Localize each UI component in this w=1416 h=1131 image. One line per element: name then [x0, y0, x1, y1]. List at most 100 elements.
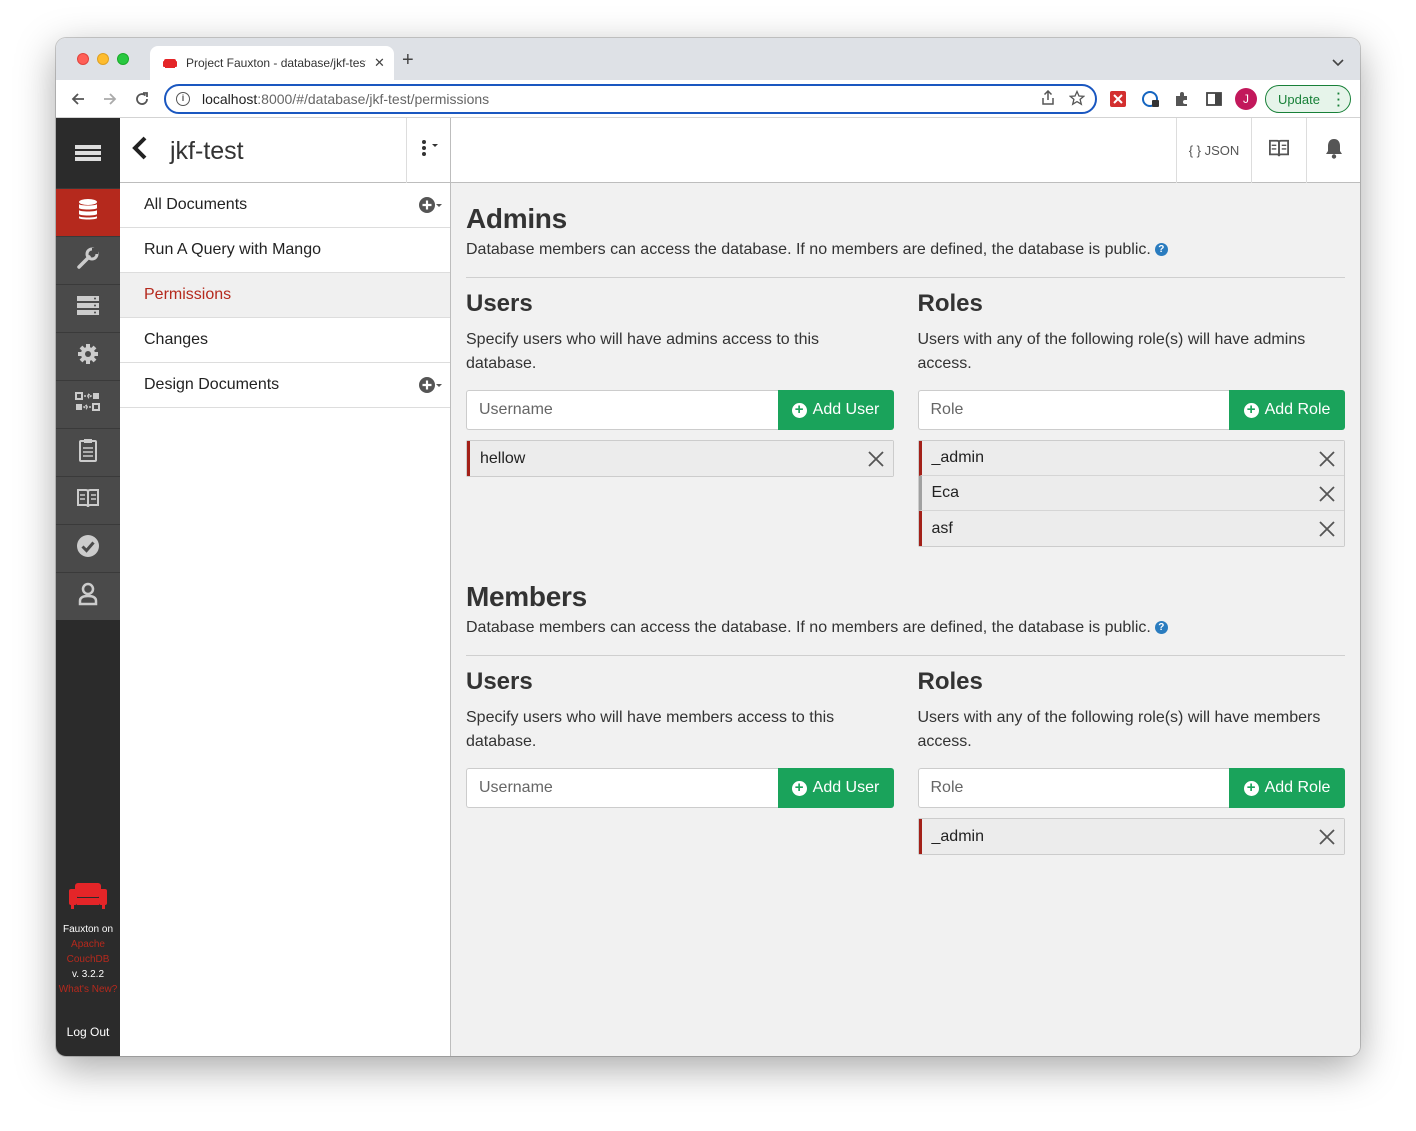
bell-icon	[1324, 137, 1344, 164]
profile-avatar[interactable]: J	[1235, 88, 1257, 110]
tab-search-chevron-icon[interactable]	[1332, 54, 1344, 72]
footer-couchdb-link[interactable]: CouchDB	[56, 952, 120, 967]
browser-tab[interactable]: Project Fauxton - database/jkf-test/perm…	[150, 46, 394, 80]
admins-add-role-row: + Add Role	[917, 390, 1345, 430]
nav-active-tasks[interactable]	[56, 284, 120, 332]
back-chevron-icon[interactable]	[130, 134, 150, 169]
entry-label: Eca	[931, 484, 960, 501]
sidebar-item-all-documents[interactable]: All Documents	[120, 183, 450, 228]
nav-databases[interactable]	[56, 188, 120, 236]
browser-update-button[interactable]: Update · · ·	[1265, 85, 1351, 113]
nav-documentation-clipboard[interactable]	[56, 428, 120, 476]
bookmark-star-icon[interactable]	[1068, 89, 1086, 111]
help-icon[interactable]: ?	[1154, 243, 1168, 256]
site-info-icon[interactable]: i	[176, 92, 190, 106]
check-circle-icon	[76, 534, 100, 563]
sidebar-item-mango-query[interactable]: Run A Query with Mango	[120, 228, 450, 273]
address-bar[interactable]: i localhost:8000/#/database/jkf-test/per…	[164, 84, 1097, 114]
nav-replication[interactable]	[56, 380, 120, 428]
notifications-button[interactable]	[1306, 118, 1360, 183]
remove-close-icon[interactable]	[1318, 520, 1336, 538]
help-icon[interactable]: ?	[1154, 621, 1168, 634]
url-host: localhost	[202, 91, 258, 107]
couch-favicon-icon	[162, 55, 178, 71]
sidebar-item-changes[interactable]: Changes	[120, 318, 450, 363]
sidebar-item-permissions[interactable]: Permissions	[120, 273, 450, 318]
side-panel-icon[interactable]	[1205, 90, 1223, 108]
documentation-button[interactable]	[1251, 118, 1306, 183]
tab-strip: Project Fauxton - database/jkf-test/perm…	[56, 38, 1360, 80]
nav-verify[interactable]	[56, 524, 120, 572]
admins-users-title: Users	[466, 290, 533, 317]
sidebar-item-label: Changes	[144, 331, 209, 348]
remove-close-icon[interactable]	[867, 450, 885, 468]
admins-username-input[interactable]	[466, 390, 778, 430]
members-add-role-button[interactable]: + Add Role	[1229, 768, 1345, 808]
database-sidebar: All Documents Run A Query with Mango Per…	[120, 183, 451, 1056]
clipboard-icon	[78, 438, 98, 467]
add-role-label: Add Role	[1264, 779, 1331, 796]
user-icon	[78, 582, 98, 611]
tab-close-icon[interactable]: ✕	[374, 55, 385, 71]
left-navigation: Fauxton on Apache CouchDB v. 3.2.2 What'…	[56, 118, 120, 1056]
members-roles-description: Users with any of the following role(s) …	[917, 709, 1321, 750]
sidebar-item-design-documents[interactable]: Design Documents	[120, 363, 450, 408]
list-item: Eca	[918, 476, 1344, 511]
plus-circle-icon: +	[791, 780, 807, 796]
sidebar-item-label: Run A Query with Mango	[144, 241, 321, 258]
add-document-plus-icon[interactable]	[418, 196, 444, 219]
members-role-input[interactable]	[917, 768, 1229, 808]
nav-user[interactable]	[56, 572, 120, 620]
members-username-input[interactable]	[466, 768, 778, 808]
admins-role-input[interactable]	[917, 390, 1229, 430]
maximize-window-button[interactable]	[117, 53, 129, 65]
permissions-main: Admins Database members can access the d…	[451, 183, 1360, 1056]
wrench-icon	[76, 246, 100, 275]
list-item: hellow	[467, 441, 893, 476]
footer-app-name: Fauxton on	[62, 924, 114, 935]
nav-config[interactable]	[56, 332, 120, 380]
members-add-user-button[interactable]: + Add User	[777, 768, 894, 808]
footer-whats-new-link[interactable]: What's New?	[56, 982, 120, 997]
extensions-puzzle-icon[interactable]	[1173, 90, 1191, 108]
plus-circle-icon: +	[791, 402, 807, 418]
json-button[interactable]: { } JSON	[1176, 118, 1251, 183]
extension-blue-icon[interactable]	[1142, 90, 1160, 108]
members-description-text: Database members can access the database…	[466, 619, 1151, 636]
admins-add-user-button[interactable]: + Add User	[777, 390, 894, 430]
forward-icon[interactable]	[100, 89, 120, 109]
minimize-window-button[interactable]	[97, 53, 109, 65]
admins-roles-column: Roles Users with any of the following ro…	[917, 290, 1345, 547]
admins-user-list: hellow	[466, 440, 894, 477]
remove-close-icon[interactable]	[1318, 450, 1336, 468]
admins-add-role-button[interactable]: + Add Role	[1229, 390, 1345, 430]
reload-icon[interactable]	[132, 89, 152, 109]
remove-close-icon[interactable]	[1318, 828, 1336, 846]
omnibox-actions	[1041, 89, 1086, 111]
sidebar-item-label: Permissions	[144, 286, 232, 303]
footer-version: v. 3.2.2	[71, 969, 105, 980]
admins-roles-title: Roles	[917, 290, 983, 317]
database-icon	[77, 198, 99, 227]
hamburger-menu-icon[interactable]	[56, 118, 120, 188]
logout-link[interactable]: Log Out	[56, 1025, 120, 1039]
database-actions-menu[interactable]	[406, 118, 451, 183]
remove-close-icon[interactable]	[1318, 485, 1336, 503]
new-tab-icon[interactable]: +	[402, 50, 414, 70]
page-header: jkf-test { } JSON	[120, 118, 1360, 183]
share-icon[interactable]	[1041, 89, 1055, 111]
add-design-doc-plus-icon[interactable]	[418, 376, 444, 399]
members-users-description: Specify users who will have members acce…	[466, 709, 835, 750]
close-window-button[interactable]	[77, 53, 89, 65]
back-icon[interactable]	[68, 89, 88, 109]
url-path: :8000/#/database/jkf-test/permissions	[257, 91, 490, 107]
footer-apache-link[interactable]: Apache	[56, 937, 120, 952]
server-icon	[76, 295, 100, 322]
replication-icon	[75, 391, 101, 418]
url-text: localhost:8000/#/database/jkf-test/permi…	[202, 91, 489, 107]
extension-red-icon[interactable]	[1109, 90, 1127, 108]
members-roles-column: Roles Users with any of the following ro…	[917, 668, 1345, 855]
nav-documentation[interactable]	[56, 476, 120, 524]
nav-setup[interactable]	[56, 236, 120, 284]
entry-label: asf	[931, 519, 953, 537]
